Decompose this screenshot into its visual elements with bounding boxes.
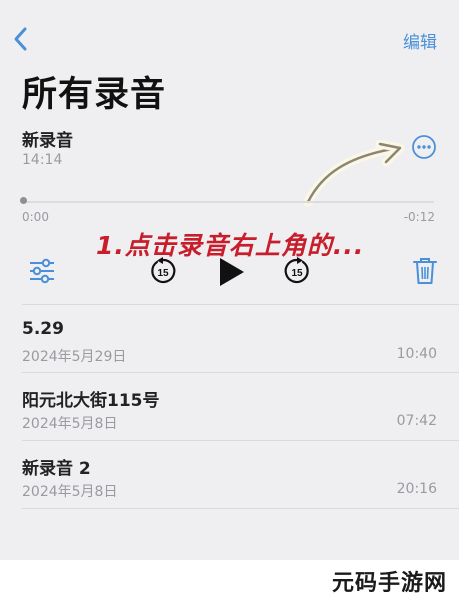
recording-date: 2024年5月8日 (22, 484, 118, 500)
skip-forward-15-icon[interactable]: 15 (282, 256, 312, 286)
recording-date: 2024年5月8日 (22, 416, 118, 432)
recording-name: 阳元北大街115号 (22, 391, 160, 411)
edit-button[interactable]: 编辑 (403, 28, 437, 53)
recording-row[interactable]: 5.29 2024年5月29日 10:40 (0, 319, 459, 379)
recording-duration: 20:16 (396, 481, 437, 497)
recording-duration: 07:42 (396, 413, 437, 429)
skip-back-label: 15 (157, 268, 169, 279)
recording-name: 新录音 2 (22, 459, 91, 479)
divider (22, 508, 459, 509)
current-recording-time: 14:14 (22, 152, 63, 168)
scrubber-knob[interactable] (20, 197, 27, 204)
recording-duration: 10:40 (396, 346, 437, 362)
recording-name: 5.29 (22, 319, 64, 339)
recording-row[interactable]: 阳元北大街115号 2024年5月8日 07:42 (0, 386, 459, 446)
playback-scrubber[interactable] (22, 201, 434, 203)
voice-memos-screen: 编辑 所有录音 新录音 14:14 0:00 -0:12 1.点击录音右上角的.… (0, 0, 459, 560)
recording-date: 2024年5月29日 (22, 349, 127, 365)
recording-row[interactable]: 新录音 2 2024年5月8日 20:16 (0, 454, 459, 514)
divider (22, 372, 459, 373)
more-icon[interactable] (411, 134, 437, 160)
remaining-time: -0:12 (403, 210, 435, 224)
annotation-arrow-icon (303, 140, 405, 207)
divider (22, 304, 459, 305)
elapsed-time: 0:00 (22, 210, 49, 224)
site-watermark: 元码手游网 (331, 571, 447, 596)
page-title: 所有录音 (22, 75, 167, 115)
current-recording-name[interactable]: 新录音 (22, 126, 73, 151)
play-icon[interactable] (216, 256, 246, 288)
divider (22, 440, 459, 441)
sliders-icon[interactable] (28, 258, 56, 284)
skip-forward-label: 15 (291, 268, 303, 279)
back-chevron-icon[interactable] (10, 26, 32, 52)
trash-icon[interactable] (412, 256, 438, 286)
skip-back-15-icon[interactable]: 15 (148, 256, 178, 286)
